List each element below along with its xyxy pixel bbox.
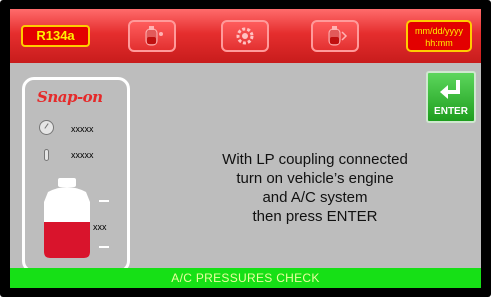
settings-gear-icon <box>236 27 254 45</box>
thermometer-icon <box>44 149 49 161</box>
tank-value: xxx <box>93 222 107 232</box>
date-text: mm/dd/yyyy <box>414 26 463 36</box>
pressure-gauge-icon <box>39 120 54 135</box>
refrigerant-type-button[interactable]: R134a <box>21 25 90 47</box>
tank-fill-button[interactable] <box>311 20 359 52</box>
tank-fill-icon <box>328 26 348 46</box>
enter-arrow-icon <box>440 80 460 99</box>
message-line: and A/C system <box>262 189 368 206</box>
tank-level-icon <box>145 26 163 46</box>
settings-button[interactable] <box>221 20 269 52</box>
refrigerant-tank-icon <box>44 178 90 258</box>
device-frame: R134a mm/dd/yyyy hh:mm Snap-on xxxxx xxx… <box>0 0 491 297</box>
top-bar: R134a mm/dd/yyyy hh:mm <box>10 9 481 63</box>
pressure-value: xxxxx <box>71 124 94 134</box>
enter-button[interactable]: ENTER <box>426 71 476 123</box>
instruction-message: With LP coupling connected turn on vehic… <box>160 150 470 226</box>
tank-scale-tick <box>99 200 109 202</box>
message-line: then press ENTER <box>252 208 378 225</box>
temperature-value: xxxxx <box>71 150 94 160</box>
message-line: With LP coupling connected <box>222 151 408 168</box>
datetime-display[interactable]: mm/dd/yyyy hh:mm <box>406 20 472 52</box>
side-panel: Snap-on xxxxx xxxxx xxx <box>22 77 130 273</box>
screen: R134a mm/dd/yyyy hh:mm Snap-on xxxxx xxx… <box>10 9 481 288</box>
enter-label: ENTER <box>434 106 468 117</box>
brand-logo: Snap-on <box>37 88 103 106</box>
tank-level-button[interactable] <box>128 20 176 52</box>
status-bar: A/C PRESSURES CHECK <box>10 268 481 288</box>
tank-scale-tick <box>99 246 109 248</box>
time-text: hh:mm <box>425 38 453 48</box>
message-line: turn on vehicle’s engine <box>236 170 394 187</box>
